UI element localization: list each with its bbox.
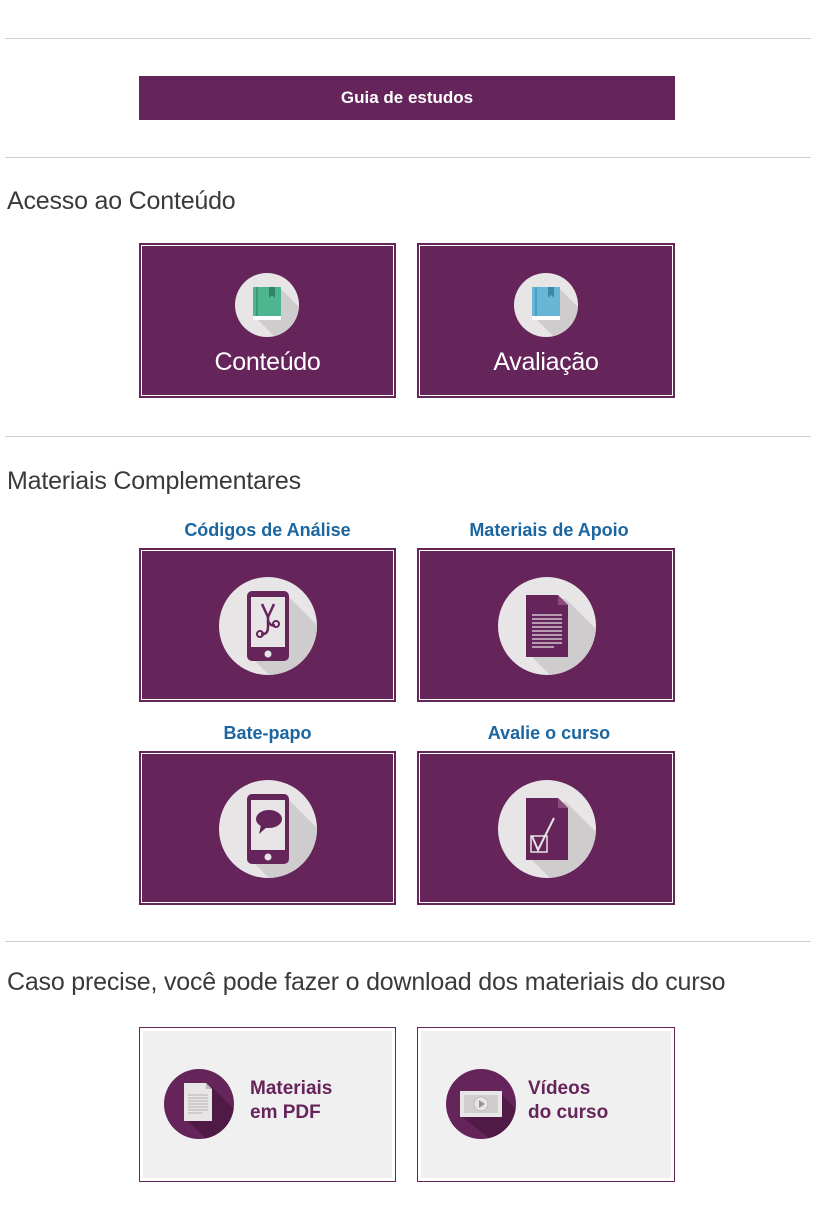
pdf-materials-tile[interactable]: Materiais em PDF (139, 1027, 396, 1182)
tablet-chat-icon (219, 780, 317, 878)
section-title-complementary: Materiais Complementares (7, 467, 301, 495)
course-videos-label: Vídeos do curso (528, 1078, 609, 1123)
chat-title[interactable]: Bate-papo (139, 723, 396, 744)
book-blue-icon (514, 273, 578, 337)
evaluation-tile[interactable]: Avaliação (417, 243, 675, 398)
divider (5, 941, 811, 942)
support-materials-title[interactable]: Materiais de Apoio (417, 520, 681, 541)
rate-course-title[interactable]: Avalie o curso (417, 723, 681, 744)
analysis-codes-tile[interactable] (139, 548, 396, 702)
section-title-access: Acesso ao Conteúdo (7, 187, 236, 215)
study-guide-button[interactable]: Guia de estudos (139, 76, 675, 120)
content-tile-label: Conteúdo (214, 348, 321, 376)
video-player-icon (446, 1069, 516, 1139)
tablet-stethoscope-icon (219, 577, 317, 675)
checklist-icon (498, 780, 596, 878)
study-guide-button-label: Guia de estudos (340, 88, 474, 107)
evaluation-tile-label: Avaliação (493, 348, 599, 376)
book-green-icon (235, 273, 299, 337)
section-title-download: Caso precise, você pode fazer o download… (7, 968, 726, 996)
rate-course-tile[interactable] (417, 751, 675, 905)
document-icon (498, 577, 596, 675)
course-videos-tile[interactable]: Vídeos do curso (417, 1027, 675, 1182)
chat-tile[interactable] (139, 751, 396, 905)
content-tile[interactable]: Conteúdo (139, 243, 396, 398)
analysis-codes-title[interactable]: Códigos de Análise (139, 520, 396, 541)
divider (5, 436, 811, 437)
divider (5, 157, 811, 158)
support-materials-tile[interactable] (417, 548, 675, 702)
divider (5, 38, 811, 39)
pdf-document-icon (164, 1069, 234, 1139)
pdf-materials-label: Materiais em PDF (250, 1078, 333, 1123)
